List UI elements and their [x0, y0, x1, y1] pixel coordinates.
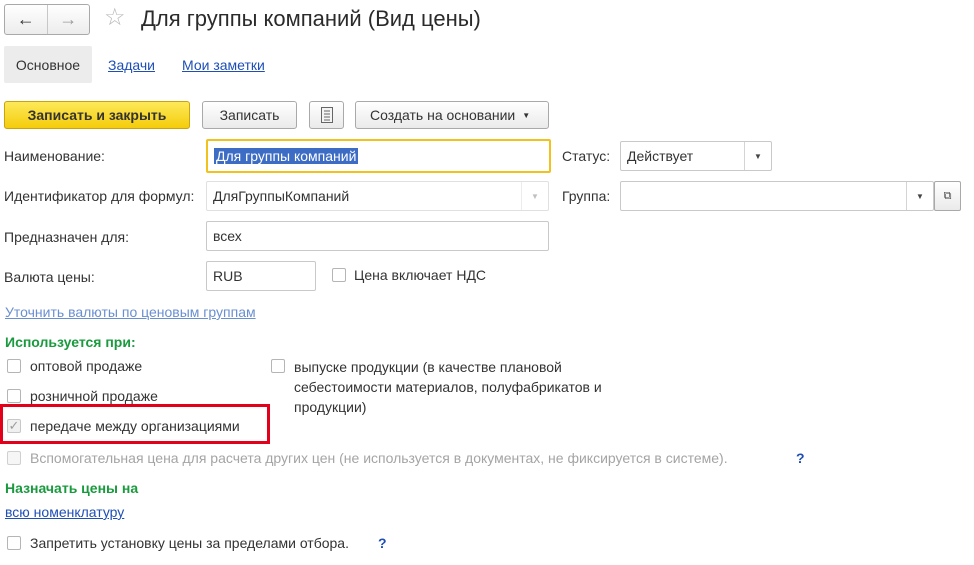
- chevron-down-icon: ▼: [521, 182, 548, 210]
- forbid-help-icon[interactable]: ?: [378, 534, 387, 552]
- intended-input[interactable]: всех: [206, 221, 549, 251]
- status-label: Статус:: [562, 148, 611, 164]
- vat-checkbox[interactable]: [332, 268, 346, 282]
- forbid-label: Запретить установку цены за пределами от…: [30, 535, 349, 551]
- page-title: Для группы компаний (Вид цены): [141, 6, 481, 31]
- save-button[interactable]: Записать: [202, 101, 297, 129]
- star-icon[interactable]: ☆: [104, 6, 126, 30]
- all-items-link[interactable]: всю номенклатуру: [5, 504, 124, 520]
- create-based-on-label: Создать на основании: [370, 107, 516, 123]
- wholesale-label: оптовой продаже: [30, 358, 143, 374]
- currency-input[interactable]: RUB: [206, 261, 316, 291]
- auxiliary-checkbox[interactable]: [7, 451, 21, 465]
- auxiliary-help-icon[interactable]: ?: [796, 449, 805, 467]
- usage-heading: Используется при:: [5, 334, 136, 350]
- formula-id-value: ДляГруппыКомпаний: [213, 188, 350, 204]
- currency-value: RUB: [213, 268, 243, 284]
- wholesale-checkbox[interactable]: [7, 359, 21, 373]
- group-select[interactable]: ▼: [620, 181, 934, 211]
- production-label-line-1: выпуске продукции (в качестве плановой: [294, 359, 562, 375]
- intended-label: Предназначен для:: [4, 229, 129, 245]
- currency-label: Валюта цены:: [4, 269, 95, 285]
- navigation-buttons: ← →: [4, 4, 90, 35]
- open-window-icon: ⧉: [943, 189, 952, 202]
- retail-label: розничной продаже: [30, 388, 158, 404]
- tab-my-notes[interactable]: Мои заметки: [182, 57, 265, 73]
- save-and-close-button[interactable]: Записать и закрыть: [4, 101, 190, 129]
- chevron-down-icon[interactable]: ▼: [744, 142, 771, 170]
- status-value: Действует: [627, 148, 694, 164]
- highlight-frame: [0, 404, 270, 444]
- refine-currency-link[interactable]: Уточнить валюты по ценовым группам: [5, 304, 256, 320]
- chevron-down-icon[interactable]: ▼: [906, 182, 933, 210]
- production-label: выпуске продукции (в качестве плановой с…: [294, 357, 602, 417]
- formula-id-input[interactable]: ДляГруппыКомпаний ▼: [206, 181, 549, 211]
- tab-main[interactable]: Основное: [4, 46, 92, 83]
- formula-id-label: Идентификатор для формул:: [4, 188, 195, 204]
- tab-tasks[interactable]: Задачи: [108, 57, 155, 73]
- forbid-checkbox[interactable]: [7, 536, 21, 550]
- name-input[interactable]: Для группы компаний: [206, 139, 551, 173]
- production-checkbox[interactable]: [271, 359, 285, 373]
- chevron-down-icon: ▼: [522, 110, 531, 120]
- group-label: Группа:: [562, 188, 611, 204]
- document-icon: [320, 107, 333, 123]
- auxiliary-label: Вспомогательная цена для расчета других …: [30, 450, 728, 466]
- production-label-line-3: продукции): [294, 399, 367, 415]
- name-value: Для группы компаний: [214, 148, 359, 164]
- create-based-on-button[interactable]: Создать на основании ▼: [355, 101, 549, 129]
- vat-label: Цена включает НДС: [354, 267, 487, 283]
- retail-checkbox[interactable]: [7, 389, 21, 403]
- name-label: Наименование:: [4, 148, 105, 164]
- intended-value: всех: [213, 228, 242, 244]
- open-group-button[interactable]: ⧉: [934, 181, 961, 211]
- status-select[interactable]: Действует ▼: [620, 141, 772, 171]
- production-label-line-2: себестоимости материалов, полуфабрикатов…: [294, 379, 602, 395]
- assign-heading: Назначать цены на: [5, 480, 139, 496]
- arrow-left-icon[interactable]: ←: [5, 5, 47, 34]
- arrow-right-icon[interactable]: →: [46, 5, 90, 34]
- report-button[interactable]: [309, 101, 344, 129]
